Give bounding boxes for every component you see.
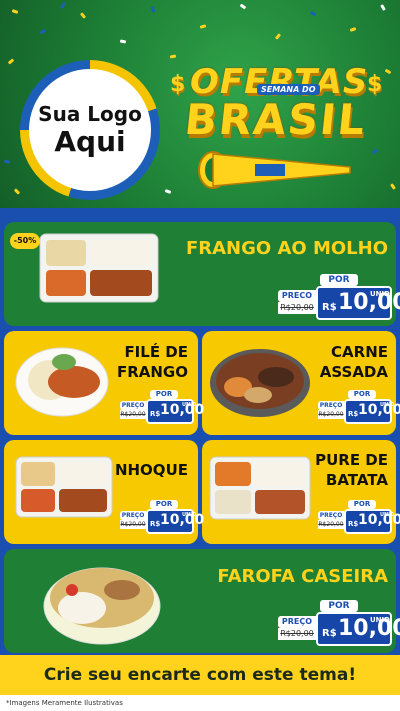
price-por-label: POR [348, 390, 376, 399]
price-currency: R$ [150, 410, 161, 418]
food-tray-image [15, 456, 113, 518]
price-unit: UNID [182, 402, 197, 408]
disclaimer-text: *Imagens Meramente Ilustrativas [0, 695, 400, 711]
price-por-label: POR [348, 500, 376, 509]
price-unit: UNID [370, 616, 390, 624]
logo-line2: Aqui [54, 125, 126, 158]
old-price: R$20,00 [318, 410, 344, 419]
price-unit: UNID [380, 512, 395, 518]
price-por-label: POR [150, 500, 178, 509]
product-name-line2: ASSADA [319, 363, 388, 381]
product-name-line2: FRANGO [116, 363, 188, 381]
price-preco-label: PREÇO [120, 401, 146, 410]
product-name: CARNE ASSADA [298, 342, 388, 382]
title-semana: SEMANA DO [257, 84, 320, 95]
food-tray-image [209, 456, 311, 520]
product-name: FRANGO AO MOLHO [168, 238, 388, 260]
price-por-label: POR [150, 390, 178, 399]
product-name: FAROFA CASEIRA [168, 566, 388, 588]
logo-line1: Sua Logo [38, 102, 142, 126]
old-price: R$20,00 [278, 302, 316, 314]
price-currency: R$ [348, 520, 359, 528]
cta-banner[interactable]: Crie seu encarte com este tema! [0, 655, 400, 695]
product-name-line1: CARNE [331, 343, 388, 361]
product-name-line1: FAROFA CASEIRA [217, 566, 388, 587]
price-unit: UNID [370, 290, 390, 298]
dollar-sign-left: $ [170, 72, 186, 97]
discount-badge: -50% [10, 233, 40, 249]
product-name-line1: PURE DE [315, 451, 388, 469]
old-price: R$20,00 [120, 520, 146, 529]
product-name: FILÉ DE FRANGO [100, 342, 188, 382]
product-name-line1: FRANGO AO MOLHO [185, 238, 388, 259]
old-price: R$20,00 [278, 628, 316, 640]
price-currency: R$ [150, 520, 161, 528]
food-tray-image [39, 233, 159, 303]
price-por-label: POR [320, 274, 358, 286]
price-unit: UNID [380, 402, 395, 408]
food-bowl-image [15, 347, 109, 417]
price-preco-label: PREÇO [318, 401, 344, 410]
old-price: R$20,00 [318, 520, 344, 529]
food-bowl-image [210, 349, 310, 417]
header-banner: Sua Logo Aqui $ $ OFERTAS SEMANA DO BRAS… [0, 0, 400, 215]
price-value: 10,00 [338, 290, 400, 315]
product-name: PURE DE BATATA [298, 450, 388, 490]
product-name: NHOQUE [100, 460, 188, 480]
price-preco-label: PREÇO [120, 511, 146, 520]
price-preco-label: PRECO [278, 290, 316, 302]
product-name-line2: BATATA [325, 471, 388, 489]
price-preco-label: PREÇO [318, 511, 344, 520]
price-currency: R$ [348, 410, 359, 418]
dollar-sign-right: $ [367, 72, 383, 97]
price-preco-label: PREÇO [278, 616, 316, 628]
price-unit: UNID [182, 512, 197, 518]
logo-placeholder: Sua Logo Aqui [29, 69, 151, 191]
price-currency: R$ [322, 628, 337, 639]
price-por-label: POR [320, 600, 358, 612]
price-currency: R$ [322, 302, 337, 313]
old-price: R$20,00 [120, 410, 146, 419]
price-value: 10,00 [338, 616, 400, 641]
product-name-line1: FILÉ DE [124, 343, 188, 361]
title-brasil: BRASIL [182, 95, 370, 144]
product-name-line1: NHOQUE [114, 461, 188, 479]
vuvuzela-icon [198, 151, 351, 189]
food-bowl-image [43, 567, 161, 645]
